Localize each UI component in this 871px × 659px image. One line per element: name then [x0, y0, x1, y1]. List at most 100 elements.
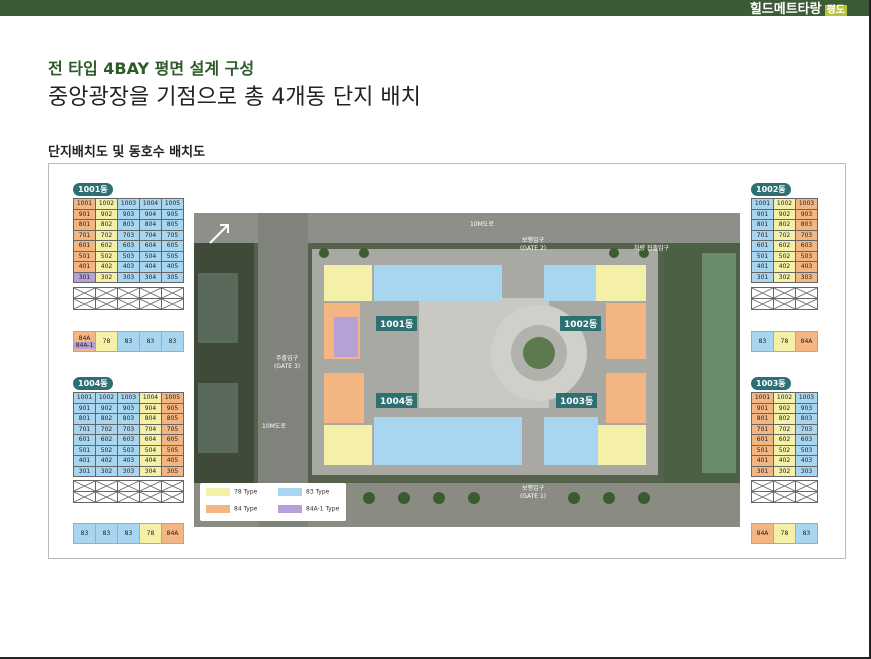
unit-cell: 403: [795, 261, 818, 273]
unit-cell: 602: [773, 434, 796, 446]
type-cell: 84A: [161, 523, 184, 544]
cross-mark: [796, 492, 817, 502]
unit-cell: 302: [95, 465, 118, 477]
type-row-1003: 84A 78 83: [751, 523, 818, 544]
unit-cell: 603: [795, 240, 818, 252]
map-label-1004: 1004동: [376, 393, 418, 408]
unit-cell: 905: [161, 402, 184, 414]
unit-cell: 703: [795, 423, 818, 435]
type-cell: 78: [773, 331, 796, 352]
unit-cell: 701: [73, 229, 96, 241]
unit-cell: 802: [773, 219, 796, 231]
unit-cell: 502: [95, 250, 118, 262]
unit-cell: 704: [139, 229, 162, 241]
unit-cell: 1002: [773, 198, 796, 210]
cross-mark: [96, 481, 117, 491]
empty-floor-cell: [751, 298, 774, 310]
unit-row: 901 902 903 904 905: [73, 208, 184, 220]
unit-cell: 301: [751, 465, 774, 477]
gate-3-label: 주출입구 (GATE 3): [274, 355, 301, 370]
unit-cell: 403: [117, 455, 140, 467]
type-cell: 83: [751, 331, 774, 352]
cross-mark: [796, 299, 817, 309]
unit-cell: 405: [161, 455, 184, 467]
unit-cell: 501: [751, 250, 774, 262]
map-1004-84a: [324, 373, 364, 423]
type-sublabel: 84A-1: [74, 341, 95, 349]
brand-badge: 평도: [824, 5, 847, 16]
page: 힐드메트타랑 평도 전 타입 4BAY 평면 설계 구성 중앙광장을 기점으로 총…: [0, 0, 871, 659]
unit-cell: 302: [773, 465, 796, 477]
unit-cell: 602: [95, 434, 118, 446]
empty-floor-cell: [139, 491, 162, 503]
unit-cell: 601: [73, 240, 96, 252]
unit-row: 501 502 503 504 505: [73, 250, 184, 262]
gate-1-label: 보행입구 (GATE 1): [520, 485, 547, 500]
type-cell: 83: [139, 331, 162, 352]
cross-mark: [774, 288, 795, 298]
unit-cell: 903: [117, 208, 140, 220]
type-cell: 78: [139, 523, 162, 544]
road-label-left: 10M도로: [262, 423, 286, 430]
legend-swatch: [206, 488, 230, 496]
unit-cell: 1002: [95, 392, 118, 404]
unit-row: 701 702 703 704 705: [73, 229, 184, 241]
type-row-1002: 83 78 84A: [751, 331, 818, 352]
cross-mark: [140, 492, 161, 502]
unit-cell: 703: [117, 229, 140, 241]
map-1004-83: [374, 417, 522, 465]
site-aerial-map: 1001동 1002동 1004동 1003동 10M도로 10M도로 보행입구…: [194, 213, 740, 527]
map-1004-78: [324, 425, 372, 465]
unit-row: 301 302 303: [751, 465, 818, 477]
unit-cell: 801: [751, 413, 774, 425]
unit-cell: 404: [139, 261, 162, 273]
cross-mark: [796, 481, 817, 491]
type-cell: 84A: [751, 523, 774, 544]
unit-row: 501 502 503: [751, 444, 818, 456]
page-subtitle: 전 타입 4BAY 평면 설계 구성: [48, 59, 255, 78]
section-label: 단지배치도 및 동호수 배치도: [48, 145, 206, 160]
unit-cell: 702: [95, 229, 118, 241]
unit-cell: 402: [95, 261, 118, 273]
cross-mark: [118, 481, 139, 491]
cross-mark: [162, 481, 183, 491]
unit-cell: 901: [73, 208, 96, 220]
type-cell: 78: [95, 331, 118, 352]
map-1002-83: [544, 265, 596, 301]
cross-mark: [774, 492, 795, 502]
type-cell: 84A: [795, 331, 818, 352]
unit-cell: 1004: [139, 392, 162, 404]
unit-row: 701 702 703: [751, 229, 818, 241]
map-1003-84a: [606, 373, 646, 423]
header-bar: 힐드메트타랑 평도: [0, 0, 869, 17]
empty-floor-cell: [95, 298, 118, 310]
unit-cell: 705: [161, 229, 184, 241]
unit-row: 701 702 703: [751, 423, 818, 435]
unit-row: 1001 1002 1003 1004 1005: [73, 392, 184, 404]
unit-row: 301 302 303 304 305: [73, 465, 184, 477]
cross-mark: [74, 481, 95, 491]
unit-cell: 402: [773, 455, 796, 467]
unit-cell: 401: [751, 261, 774, 273]
map-legend: 78 Type 83 Type 84 Type 84A-1 Type: [200, 483, 346, 521]
unit-cell: 1001: [751, 198, 774, 210]
type-cell: 83: [117, 523, 140, 544]
unit-cell: 302: [773, 271, 796, 283]
legend-84a1: 84A-1 Type: [278, 505, 339, 513]
legend-84: 84 Type: [206, 505, 257, 513]
unit-cell: 701: [73, 423, 96, 435]
unit-row: 901 902 903 904 905: [73, 402, 184, 414]
empty-floor-cell: [773, 491, 796, 503]
type-row-1001: 84A 84A-1 78 83 83 83: [73, 331, 184, 352]
site-plan-frame: 1001동 1001 1002 1003 1004 1005 901 902 903 904 90…: [48, 163, 846, 559]
unit-cell: 503: [795, 444, 818, 456]
unit-cell: 502: [773, 444, 796, 456]
unit-row: 1001 1002 1003: [751, 198, 818, 210]
unit-cell: 305: [161, 271, 184, 283]
legend-text: 83 Type: [306, 488, 330, 496]
brand-name: 힐드메트타랑: [749, 2, 822, 17]
unit-cell: 805: [161, 219, 184, 231]
cross-mark: [118, 288, 139, 298]
unit-row: 401 402 403: [751, 455, 818, 467]
legend-text: 84A-1 Type: [306, 505, 340, 513]
